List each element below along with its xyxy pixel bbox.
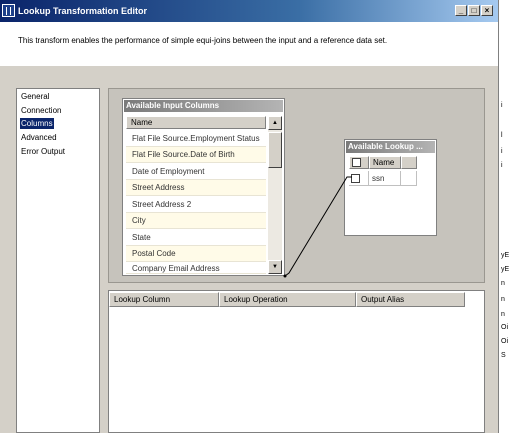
- background-text: n: [501, 296, 505, 303]
- background-text: n: [501, 280, 505, 287]
- background-text: Oi: [501, 324, 508, 331]
- grid-header-output-alias[interactable]: Output Alias: [356, 292, 465, 307]
- background-text: i: [501, 102, 503, 109]
- background-text: yE: [501, 266, 510, 273]
- grid-header-lookup-column[interactable]: Lookup Column: [109, 292, 219, 307]
- background-text: i: [501, 148, 503, 155]
- lookup-columns-grid[interactable]: Lookup Column Lookup Operation Output Al…: [108, 290, 485, 433]
- background-text: yE: [501, 252, 510, 259]
- background-text: i: [501, 162, 503, 169]
- background-text: l: [501, 132, 503, 139]
- grid-header-row: Lookup Column Lookup Operation Output Al…: [109, 292, 465, 307]
- background-window-edge: i l i i yE yE n n n Oi Oi S: [498, 0, 512, 433]
- lookup-editor-window: Lookup Transformation Editor _ □ × This …: [0, 0, 498, 433]
- background-text: Oi: [501, 338, 508, 345]
- background-text: n: [501, 311, 505, 318]
- background-text: S: [501, 352, 506, 359]
- grid-header-lookup-operation[interactable]: Lookup Operation: [219, 292, 356, 307]
